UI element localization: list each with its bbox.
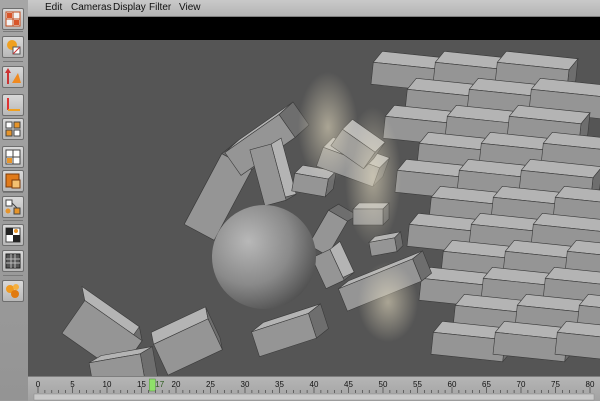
timeline-tick-label: 40 <box>310 380 319 389</box>
tool-separator <box>3 31 23 32</box>
node-graph-icon[interactable] <box>2 196 24 218</box>
move-axis-icon[interactable] <box>2 66 24 88</box>
timeline-tick-label: 20 <box>172 380 181 389</box>
timeline-ruler[interactable]: 0 5 10 15 17 20 25 30 35 40 45 50 55 60 65 70 75 80 <box>28 377 600 401</box>
timeline-tick-label: 50 <box>379 380 388 389</box>
menu-edit[interactable]: Edit <box>45 2 62 14</box>
timeline-tick-label: 10 <box>103 380 112 389</box>
tool-separator <box>3 192 23 193</box>
timeline-scrub-track[interactable] <box>33 393 595 401</box>
menu-display[interactable]: Display <box>113 2 146 14</box>
particles-icon[interactable] <box>2 280 24 302</box>
timeline-tick-label: 15 <box>137 380 146 389</box>
render-grid-icon[interactable] <box>2 250 24 272</box>
menu-filter[interactable]: Filter <box>149 2 171 14</box>
orange-square-icon[interactable] <box>2 170 24 192</box>
timeline-tick-label: 30 <box>241 380 250 389</box>
tool-separator <box>3 220 23 221</box>
node-grid-icon[interactable] <box>2 118 24 140</box>
tool-separator <box>3 61 23 62</box>
timeline-tick-label: 70 <box>517 380 526 389</box>
timeline-tick-label: 65 <box>482 380 491 389</box>
dust-cloud <box>345 107 401 247</box>
timeline[interactable]: 0 5 10 15 17 20 25 30 35 40 45 50 55 60 65 70 75 80 <box>28 376 600 401</box>
timeline-tick-label: 25 <box>206 380 215 389</box>
dust-cloud <box>358 262 418 342</box>
scene-render <box>28 17 600 376</box>
light-bulb-icon[interactable] <box>2 36 24 58</box>
layout-grid-icon[interactable] <box>2 8 24 30</box>
panel-split-icon[interactable] <box>2 146 24 168</box>
current-frame-label: 17 <box>155 380 164 389</box>
timeline-tick-label: 0 <box>36 380 41 389</box>
timeline-tick-label: 45 <box>344 380 353 389</box>
timeline-tick-label: 5 <box>70 380 75 389</box>
viewport-top-strip <box>28 17 600 40</box>
axis-corner-icon[interactable] <box>2 94 24 116</box>
tool-separator <box>3 275 23 276</box>
timeline-tick-label: 60 <box>448 380 457 389</box>
timeline-tick-label: 80 <box>586 380 595 389</box>
sphere <box>212 205 316 309</box>
menu-cameras[interactable]: Cameras <box>71 2 112 14</box>
timeline-tick-label: 35 <box>275 380 284 389</box>
checker-icon[interactable] <box>2 224 24 246</box>
viewport[interactable] <box>28 17 600 376</box>
timeline-tick-label: 55 <box>413 380 422 389</box>
tool-palette <box>0 0 29 400</box>
timeline-tick-label: 75 <box>551 380 560 389</box>
menu-view[interactable]: View <box>179 2 201 14</box>
menu-bar: Edit Cameras Display Filter View <box>28 0 600 17</box>
